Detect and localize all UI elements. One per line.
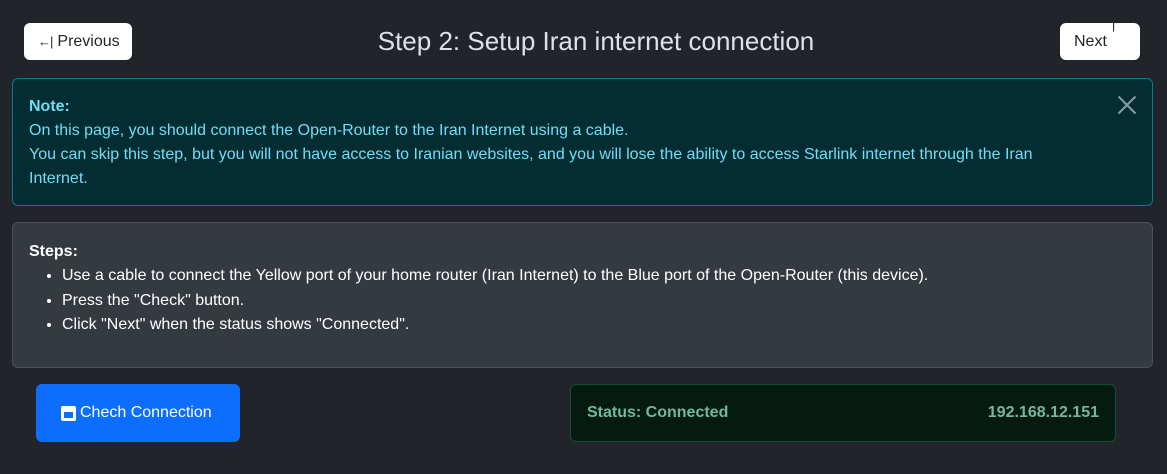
steps-card: Steps: Use a cable to connect the Yellow… [12,222,1153,368]
check-connection-label: Chech Connection [80,404,212,421]
list-item: Use a cable to connect the Yellow port o… [62,264,1136,289]
arrow-right-bar-icon: |→ [1111,16,1125,67]
note-line: On this page, you should connect the Ope… [29,122,629,139]
check-connection-button[interactable]: Chech Connection [36,384,240,442]
steps-title: Steps: [29,243,78,260]
next-button[interactable]: Next |→ [1060,17,1140,67]
ip-address: 192.168.12.151 [987,404,1099,421]
list-item: Press the "Check" button. [62,289,1136,314]
status-label: Status: Connected [587,404,729,421]
status-box: Status: Connected 192.168.12.151 [570,384,1116,442]
close-icon[interactable] [1118,96,1136,114]
steps-list: Use a cable to connect the Yellow port o… [29,264,1136,338]
list-item: Click "Next" when the status shows "Conn… [62,313,1136,338]
next-button-label: Next [1074,33,1107,50]
note-alert: Note: On this page, you should connect t… [12,78,1153,206]
note-title: Note: [29,98,70,115]
ethernet-icon [61,405,76,421]
note-line: You can skip this step, but you will not… [29,146,1033,187]
page-title: Step 2: Setup Iran internet connection [377,26,815,56]
